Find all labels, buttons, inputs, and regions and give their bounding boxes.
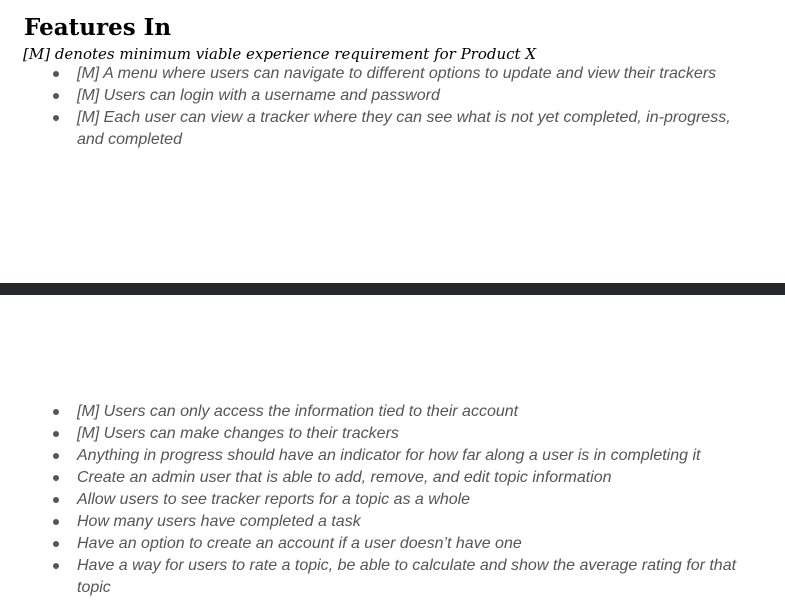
list-item: Have an option to create an account if a… (0, 533, 737, 555)
bullet-icon (53, 563, 59, 569)
section-subtitle: [M] denotes minimum viable experience re… (23, 45, 537, 63)
section-title: Features In (24, 14, 172, 41)
bullet-icon (53, 519, 59, 525)
list-item: [M] Users can make changes to their trac… (0, 423, 737, 445)
list-item-text: [M] Users can login with a username and … (77, 87, 440, 104)
list-item-text: [M] Users can only access the informatio… (77, 403, 519, 420)
bullet-icon (53, 497, 59, 503)
list-item-text: Create an admin user that is able to add… (77, 469, 612, 486)
feature-list-top: [M] A menu where users can navigate to d… (0, 63, 737, 151)
list-item-text: Have a way for users to rate a topic, be… (77, 557, 737, 596)
list-item: [M] Each user can view a tracker where t… (0, 107, 737, 151)
document-page-bottom: [M] Users can only access the informatio… (0, 295, 785, 602)
list-item: Anything in progress should have an indi… (0, 445, 737, 467)
list-item: [M] Users can login with a username and … (0, 85, 737, 107)
list-item-text: [M] Users can make changes to their trac… (77, 425, 399, 442)
list-item-text: How many users have completed a task (77, 513, 361, 530)
list-item-text: Anything in progress should have an indi… (77, 447, 701, 464)
bullet-icon (53, 115, 59, 121)
bullet-icon (53, 431, 59, 437)
list-item: [M] A menu where users can navigate to d… (0, 63, 737, 85)
bullet-icon (53, 93, 59, 99)
list-item-text: Allow users to see tracker reports for a… (77, 491, 471, 508)
feature-list-bottom: [M] Users can only access the informatio… (0, 401, 737, 599)
bullet-icon (53, 453, 59, 459)
bullet-icon (53, 475, 59, 481)
list-item: [M] Users can only access the informatio… (0, 401, 737, 423)
list-item: Create an admin user that is able to add… (0, 467, 737, 489)
list-item-text: [M] A menu where users can navigate to d… (77, 65, 717, 82)
page-break-divider (0, 283, 785, 295)
list-item-text: [M] Each user can view a tracker where t… (77, 109, 731, 148)
list-item-text: Have an option to create an account if a… (77, 535, 522, 552)
document-page-top: Features In [M] denotes minimum viable e… (0, 0, 785, 283)
list-item: Allow users to see tracker reports for a… (0, 489, 737, 511)
bullet-icon (53, 541, 59, 547)
list-item: How many users have completed a task (0, 511, 737, 533)
bullet-icon (53, 409, 59, 415)
bullet-icon (53, 71, 59, 77)
list-item: Have a way for users to rate a topic, be… (0, 555, 737, 599)
